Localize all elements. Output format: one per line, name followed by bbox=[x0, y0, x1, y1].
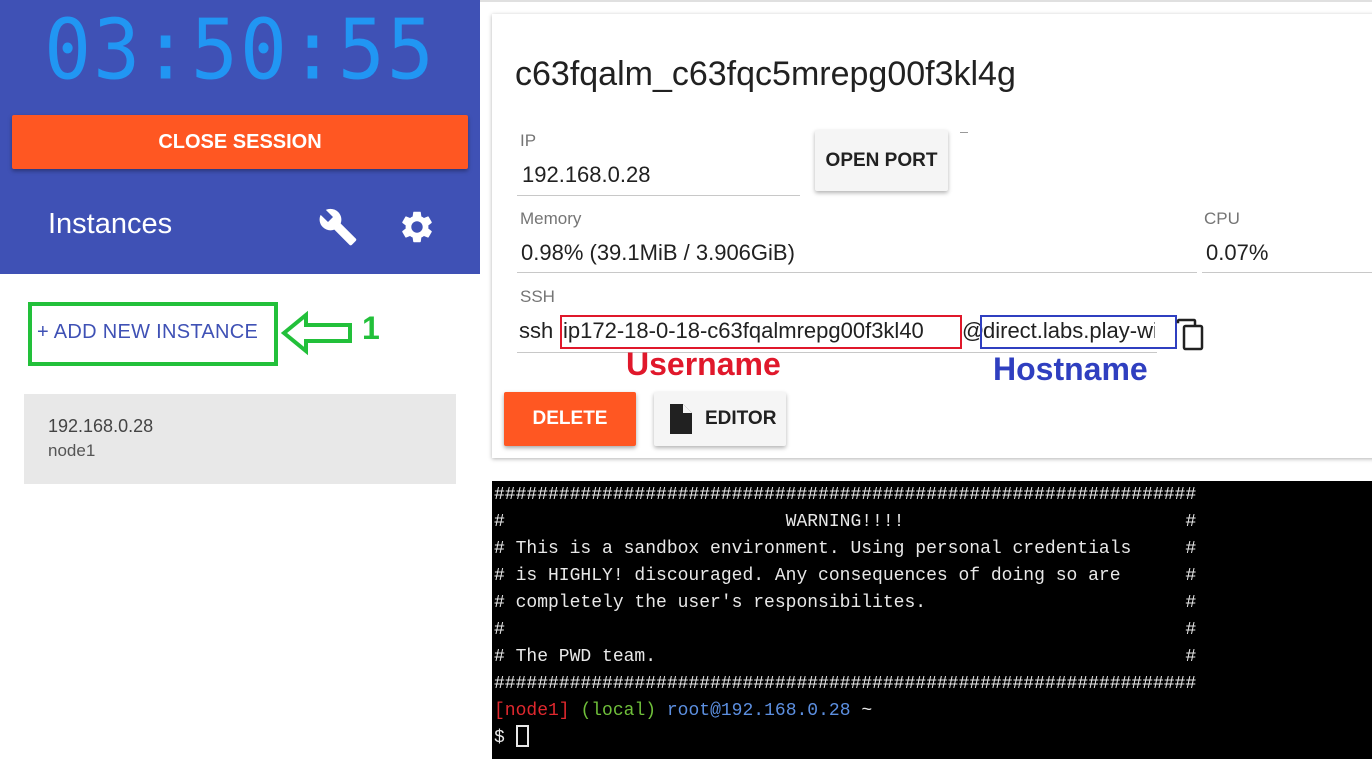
annotation-hostname-label: Hostname bbox=[993, 351, 1148, 387]
instance-ip: 192.168.0.28 bbox=[48, 416, 154, 436]
open-port-button[interactable]: OPEN PORT bbox=[815, 130, 948, 191]
annotation-highlight-box bbox=[28, 302, 278, 366]
session-timer: 03:50:55 bbox=[44, 3, 436, 99]
ip-value: 192.168.0.28 bbox=[522, 162, 651, 187]
prompt-user: root@192.168.0.28 bbox=[666, 701, 851, 721]
terminal-line: # This is a sandbox environment. Using p… bbox=[494, 539, 1197, 559]
instance-title: c63fqalm_c63fqc5mrepg00f3kl4g bbox=[515, 55, 1016, 93]
prompt-node: [node1] bbox=[494, 701, 570, 721]
terminal-line: # completely the user's responsibilites.… bbox=[494, 593, 1197, 613]
copy-icon[interactable] bbox=[1176, 318, 1206, 352]
cpu-value: 0.07% bbox=[1206, 240, 1269, 265]
prompt-local: (local) bbox=[580, 701, 657, 721]
wrench-icon[interactable] bbox=[318, 207, 358, 247]
ssh-command-prefix: ssh bbox=[519, 318, 554, 343]
ip-underline bbox=[517, 195, 800, 196]
gear-icon[interactable] bbox=[398, 208, 436, 246]
cpu-label: CPU bbox=[1204, 209, 1240, 228]
sidebar-header: 03:50:55 CLOSE SESSION Instances bbox=[0, 0, 480, 274]
ip-label: IP bbox=[520, 131, 537, 150]
terminal-input-line[interactable]: $ bbox=[494, 724, 529, 752]
file-icon bbox=[670, 404, 692, 434]
annotation-username-label: Username bbox=[626, 346, 781, 382]
terminal-line: # is HIGHLY! discouraged. Any consequenc… bbox=[494, 566, 1197, 586]
prompt-symbol: $ bbox=[494, 728, 505, 748]
cpu-underline bbox=[1202, 272, 1372, 273]
terminal-line: # WARNING!!!! # bbox=[494, 512, 1197, 532]
top-divider bbox=[480, 0, 1372, 2]
memory-value: 0.98% (39.1MiB / 3.906GiB) bbox=[521, 240, 795, 265]
instances-title: Instances bbox=[48, 208, 173, 240]
delete-button[interactable]: DELETE bbox=[504, 392, 636, 446]
memory-label: Memory bbox=[520, 209, 582, 228]
editor-button[interactable]: EDITOR bbox=[654, 392, 786, 446]
close-session-button[interactable]: CLOSE SESSION bbox=[12, 115, 468, 169]
annotation-step-number: 1 bbox=[362, 310, 380, 346]
terminal-line: # # bbox=[494, 620, 1197, 640]
sidebar: 03:50:55 CLOSE SESSION Instances + ADD N… bbox=[0, 0, 480, 759]
terminal-line: ########################################… bbox=[494, 485, 1197, 505]
ssh-label: SSH bbox=[520, 287, 555, 306]
instance-list-item[interactable]: 192.168.0.28 node1 bbox=[24, 394, 456, 484]
annotation-hostname-box bbox=[980, 315, 1177, 349]
instance-name: node1 bbox=[48, 441, 96, 460]
terminal-cursor bbox=[515, 724, 529, 747]
terminal-line: # The PWD team. # bbox=[494, 647, 1197, 667]
editor-button-label: EDITOR bbox=[705, 408, 777, 429]
terminal[interactable]: ########################################… bbox=[492, 481, 1372, 759]
arrow-left-icon bbox=[280, 310, 352, 356]
terminal-prompt-line: [node1] (local) root@192.168.0.28 ~ bbox=[494, 698, 872, 725]
divider-dash bbox=[960, 132, 968, 133]
annotation-username-box bbox=[560, 315, 962, 349]
terminal-line: ########################################… bbox=[494, 674, 1197, 694]
prompt-tilde: ~ bbox=[861, 701, 873, 721]
memory-underline bbox=[517, 272, 1197, 273]
